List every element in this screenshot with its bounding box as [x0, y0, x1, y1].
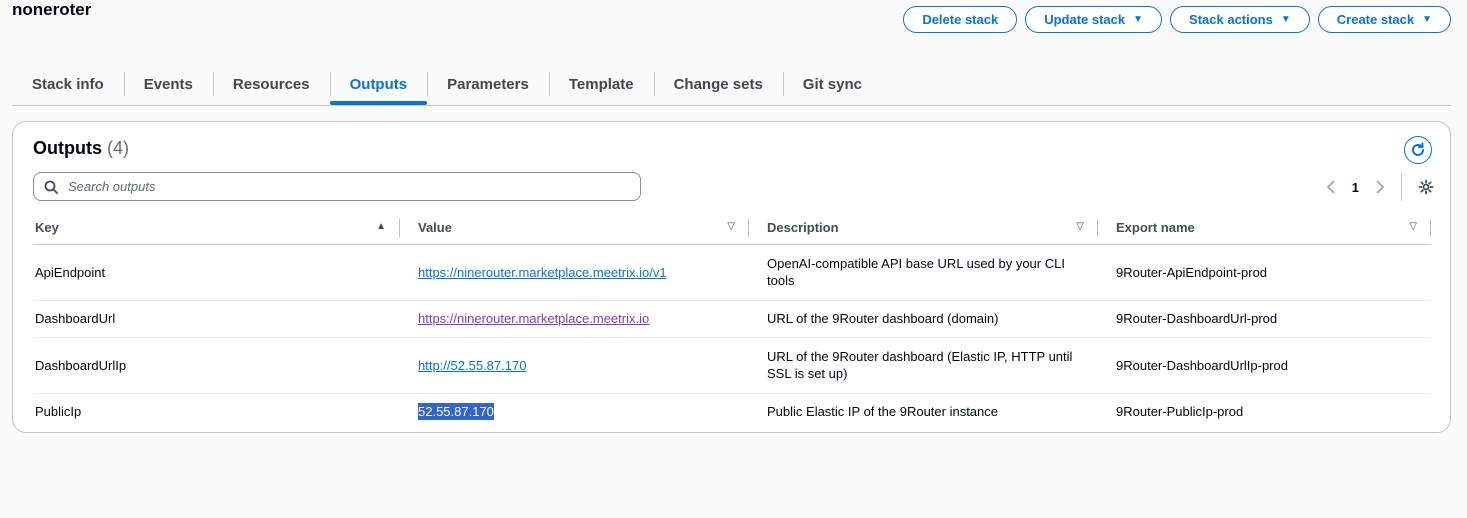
- sort-ascending-icon: ▲: [376, 221, 386, 232]
- outputs-heading: Outputs (4): [33, 138, 129, 159]
- outputs-panel: Outputs (4) 1 Key: [12, 121, 1451, 433]
- pager-divider: [1401, 173, 1402, 201]
- tab-template[interactable]: Template: [548, 66, 654, 103]
- cell-description: OpenAI-compatible API base URL used by y…: [749, 244, 1098, 301]
- column-header-description[interactable]: Description ▽: [749, 211, 1098, 245]
- column-header-key[interactable]: Key ▲: [33, 211, 400, 245]
- stack-actions-label: Stack actions: [1189, 12, 1273, 27]
- tab-events[interactable]: Events: [123, 66, 213, 103]
- outputs-count: (4): [107, 138, 130, 158]
- cell-value-link[interactable]: http://52.55.87.170: [418, 358, 526, 373]
- refresh-icon: [1412, 142, 1424, 156]
- sort-icon: ▽: [727, 221, 735, 232]
- cell-key: DashboardUrlIp: [33, 337, 400, 394]
- tab-resources[interactable]: Resources: [212, 66, 330, 103]
- table-header-row: Key ▲ Value ▽ Description ▽ Export name …: [33, 211, 1431, 245]
- column-header-value[interactable]: Value ▽: [400, 211, 749, 245]
- stack-actions-button[interactable]: Stack actions ▼: [1170, 6, 1310, 33]
- cell-key: DashboardUrl: [33, 300, 400, 338]
- gear-icon[interactable]: [1418, 179, 1434, 195]
- table-row: DashboardUrl https://ninerouter.marketpl…: [33, 300, 1431, 338]
- sort-icon: ▽: [1076, 221, 1084, 232]
- table-row: ApiEndpoint https://ninerouter.marketpla…: [33, 244, 1431, 301]
- create-stack-label: Create stack: [1336, 12, 1415, 27]
- tab-stack-info[interactable]: Stack info: [12, 66, 124, 103]
- chevron-left-icon[interactable]: [1326, 180, 1336, 194]
- cell-export-name: 9Router-DashboardUrl-prod: [1098, 300, 1431, 338]
- update-stack-button[interactable]: Update stack ▼: [1025, 6, 1163, 33]
- cell-export-name: 9Router-PublicIp-prod: [1116, 404, 1244, 420]
- refresh-button[interactable]: [1404, 136, 1432, 164]
- tab-change-sets[interactable]: Change sets: [653, 66, 783, 103]
- cell-description: URL of the 9Router dashboard (domain): [749, 300, 1098, 338]
- tab-parameters[interactable]: Parameters: [427, 66, 549, 103]
- page-number[interactable]: 1: [1352, 180, 1359, 195]
- column-label: Description: [767, 219, 839, 235]
- outputs-table: Key ▲ Value ▽ Description ▽ Export name …: [33, 211, 1431, 430]
- cell-description: URL of the 9Router dashboard (Elastic IP…: [749, 337, 1098, 394]
- stack-tabs: Stack info Events Resources Outputs Para…: [12, 66, 1451, 106]
- column-header-export-name[interactable]: Export name ▽: [1098, 211, 1431, 245]
- delete-stack-button[interactable]: Delete stack: [903, 6, 1018, 33]
- caret-down-icon: ▼: [1422, 14, 1432, 25]
- caret-down-icon: ▼: [1280, 14, 1291, 25]
- column-divider[interactable]: [1430, 219, 1431, 237]
- chevron-right-icon[interactable]: [1375, 180, 1385, 194]
- pagination: 1: [1326, 173, 1434, 201]
- caret-down-icon: ▼: [1133, 14, 1144, 25]
- cell-key: ApiEndpoint: [33, 244, 400, 301]
- column-label: Key: [35, 219, 59, 235]
- tab-outputs[interactable]: Outputs: [329, 66, 428, 105]
- stack-actions-bar: Delete stack Update stack ▼ Stack actions…: [903, 6, 1451, 33]
- sort-icon: ▽: [1409, 221, 1417, 232]
- table-row: DashboardUrlIp http://52.55.87.170 URL o…: [33, 337, 1431, 394]
- delete-stack-label: Delete stack: [922, 12, 999, 27]
- create-stack-button[interactable]: Create stack ▼: [1317, 6, 1451, 33]
- search-icon: [44, 180, 58, 194]
- cell-export-name: 9Router-ApiEndpoint-prod: [1098, 244, 1431, 301]
- table-row: PublicIp 52.55.87.170 Public Elastic IP …: [33, 393, 1431, 430]
- cell-description: Public Elastic IP of the 9Router instanc…: [767, 404, 998, 420]
- cell-value-link[interactable]: https://ninerouter.marketplace.meetrix.i…: [418, 265, 667, 280]
- stack-name-title: noneroter: [12, 0, 92, 19]
- cell-key: PublicIp: [35, 404, 82, 420]
- column-label: Value: [418, 219, 452, 235]
- search-box: [33, 172, 641, 201]
- tab-git-sync[interactable]: Git sync: [782, 66, 882, 103]
- update-stack-label: Update stack: [1044, 12, 1126, 27]
- cell-export-name: 9Router-DashboardUrlIp-prod: [1098, 337, 1431, 394]
- search-input[interactable]: [68, 179, 608, 194]
- column-label: Export name: [1116, 219, 1195, 235]
- outputs-title: Outputs: [33, 138, 102, 158]
- cell-value-selected-text[interactable]: 52.55.87.170: [418, 403, 494, 421]
- cell-value-link[interactable]: https://ninerouter.marketplace.meetrix.i…: [418, 311, 649, 326]
